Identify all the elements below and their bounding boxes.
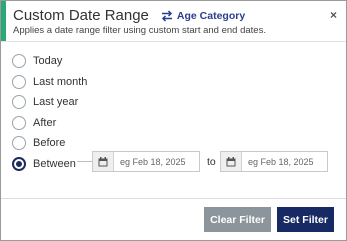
close-icon[interactable]: × xyxy=(330,8,337,22)
clear-filter-button[interactable]: Clear Filter xyxy=(204,207,271,232)
option-label: Before xyxy=(33,137,66,150)
option-today[interactable]: Today xyxy=(12,51,87,72)
footer-divider xyxy=(1,198,346,199)
end-date-picker-button[interactable] xyxy=(221,152,242,171)
option-label: Last month xyxy=(33,75,88,88)
start-date-picker-button[interactable] xyxy=(93,152,114,171)
swap-arrows-icon xyxy=(161,9,172,22)
option-after[interactable]: After xyxy=(12,113,87,134)
option-label: After xyxy=(33,116,57,129)
option-between[interactable]: Between xyxy=(12,154,87,175)
custom-date-range-dialog: Custom Date Range Age Category × Applies… xyxy=(0,0,347,241)
calendar-icon xyxy=(98,156,108,166)
between-connector xyxy=(77,161,93,162)
radio-last-month[interactable] xyxy=(12,74,26,89)
start-date-input[interactable] xyxy=(114,152,199,171)
radio-before[interactable] xyxy=(12,136,26,151)
start-date-field xyxy=(92,151,200,172)
set-filter-button[interactable]: Set Filter xyxy=(277,207,334,232)
radio-last-year[interactable] xyxy=(12,95,26,110)
option-label: Between xyxy=(33,157,76,170)
category-label: Age Category xyxy=(176,9,246,22)
end-date-field xyxy=(220,151,328,172)
option-last-month[interactable]: Last month xyxy=(12,72,87,93)
dialog-header: Custom Date Range Age Category xyxy=(13,7,245,24)
option-label: Last year xyxy=(33,96,79,109)
option-last-year[interactable]: Last year xyxy=(12,92,87,113)
accent-bar xyxy=(1,1,6,41)
option-label: Today xyxy=(33,55,63,68)
radio-after[interactable] xyxy=(12,115,26,130)
to-label: to xyxy=(207,156,216,168)
radio-between[interactable] xyxy=(12,156,26,171)
end-date-input[interactable] xyxy=(242,152,327,171)
category-link[interactable]: Age Category xyxy=(161,10,245,22)
dialog-title: Custom Date Range xyxy=(13,7,149,24)
header-divider xyxy=(1,41,346,42)
date-range-options: Today Last month Last year After Before … xyxy=(12,51,87,174)
option-before[interactable]: Before xyxy=(12,133,87,154)
calendar-icon xyxy=(226,156,236,166)
radio-today[interactable] xyxy=(12,54,26,69)
dialog-subtitle: Applies a date range filter using custom… xyxy=(13,25,266,36)
